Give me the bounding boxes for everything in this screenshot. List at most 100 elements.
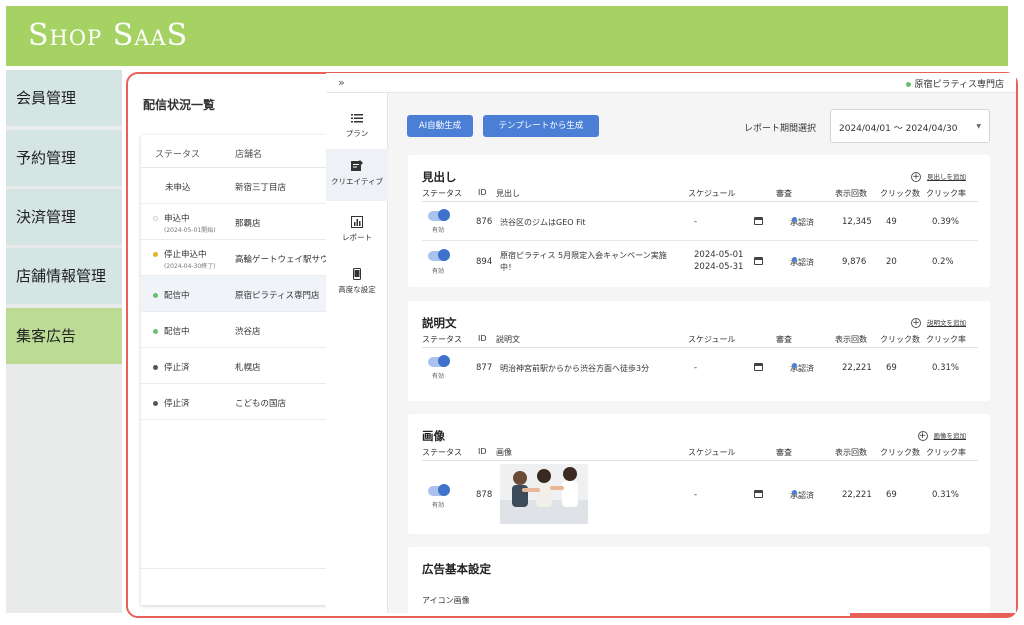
cell-ctr: 0.31% (932, 363, 960, 373)
ad-basic-settings-card: 広告基本設定 アイコン画像 (408, 547, 990, 613)
col-ctr: クリック率 (926, 448, 966, 457)
cell-clicks: 69 (886, 490, 897, 500)
ad-image-thumbnail[interactable] (500, 464, 588, 524)
current-shop-name: 原宿ピラティス専門店 (914, 80, 1004, 90)
cell-text: 明治神宮前駅からから渋谷方面へ徒歩3分 (500, 364, 650, 373)
current-shop-indicator: 原宿ピラティス専門店 (905, 77, 1004, 90)
creative-main: AI自動生成 テンプレートから生成 レポート期間選択 2024/04/01 〜 … (388, 93, 1016, 613)
cell-views: 22,221 (842, 363, 872, 373)
status-dot (153, 216, 158, 221)
cell-ctr: 0.31% (932, 490, 960, 500)
description-table-header: ステータス ID 説明文 スケジュール 審査 表示回数 クリック数 クリック率 (422, 334, 978, 348)
app-logo[interactable]: Shop SaaS (28, 18, 188, 53)
nav-item-advertising[interactable]: 集客広告 (6, 308, 122, 364)
col-text: 説明文 (496, 335, 520, 344)
col-views: 表示回数 (835, 189, 867, 198)
nav-item-payments[interactable]: 決済管理 (6, 189, 122, 245)
row-status: 配信中 (164, 291, 190, 301)
add-image-link[interactable]: + 画像を追加 (917, 430, 966, 441)
toggle-label: 有効 (432, 227, 445, 234)
basic-settings-title: 広告基本設定 (422, 562, 491, 576)
col-ctr: クリック率 (926, 189, 966, 198)
add-circle-icon: + (911, 172, 921, 182)
info-icon (792, 490, 797, 495)
status-toggle[interactable] (428, 355, 450, 367)
sidebar-item-report[interactable]: レポート (326, 205, 388, 257)
col-review: 審査 (776, 448, 792, 457)
expand-icon[interactable]: » (338, 76, 345, 89)
status-dot (153, 401, 158, 406)
headline-card: 見出し + 見出しを追加 ステータス ID 見出し スケジュール 審査 表示回数 … (408, 155, 990, 287)
table-row: 有効 877 明治神宮前駅からから渋谷方面へ徒歩3分 - 承認済 22,221 … (422, 349, 978, 389)
list-row[interactable]: 未申込 新宿三丁目店 (141, 168, 331, 204)
sidebar-item-plan[interactable]: プラン (326, 101, 388, 153)
cell-clicks: 20 (886, 257, 897, 267)
status-toggle[interactable] (428, 484, 450, 496)
col-id: ID (478, 334, 487, 343)
list-row[interactable]: 配信中 原宿ピラティス専門店 (141, 276, 331, 312)
template-generate-button[interactable]: テンプレートから生成 (483, 115, 599, 137)
sidebar-item-label: 高度な設定 (338, 285, 376, 294)
add-headline-label: 見出しを追加 (927, 173, 966, 181)
nav-item-reservations[interactable]: 予約管理 (6, 130, 122, 186)
col-views: 表示回数 (835, 335, 867, 344)
status-toggle[interactable] (428, 209, 450, 221)
list-row[interactable]: 停止済 こどもの国店 (141, 384, 331, 420)
cell-ctr: 0.39% (932, 217, 960, 227)
row-store: 原宿ピラティス専門店 (235, 291, 320, 301)
col-schedule: スケジュール (688, 335, 736, 344)
sidebar-item-label: プラン (345, 129, 369, 138)
row-status: 未申込 (165, 183, 191, 193)
cell-schedule-end: 2024-05-31 (694, 262, 744, 272)
chevron-down-icon: ▼ (976, 123, 981, 130)
edit-note-icon (351, 160, 363, 171)
period-select[interactable]: 2024/04/01 〜 2024/04/30 ▼ (830, 109, 990, 143)
sidebar-item-label: レポート (342, 233, 372, 242)
creative-panel: » 原宿ピラティス専門店 プラン クリエイティブ レポート 高度な設定 AI自動… (326, 73, 1016, 613)
calendar-icon[interactable] (754, 257, 763, 265)
calendar-icon[interactable] (754, 217, 763, 225)
col-clicks: クリック数 (880, 189, 920, 198)
list-row[interactable]: 停止済 札幌店 (141, 348, 331, 384)
add-description-link[interactable]: + 説明文を追加 (911, 317, 966, 328)
sidebar-item-label: クリエイティブ (331, 177, 383, 186)
add-headline-link[interactable]: + 見出しを追加 (911, 171, 966, 182)
sidebar-item-creative[interactable]: クリエイティブ (326, 149, 388, 201)
chart-icon (351, 216, 363, 228)
row-store: 札幌店 (235, 363, 261, 373)
cell-id: 876 (476, 217, 493, 227)
calendar-icon[interactable] (754, 363, 763, 371)
add-circle-icon: + (911, 318, 921, 328)
list-title: 配信状況一覧 (143, 98, 216, 112)
active-dot (905, 82, 911, 87)
col-ctr: クリック率 (926, 335, 966, 344)
row-store: 渋谷店 (235, 327, 261, 337)
col-image: 画像 (496, 448, 512, 457)
status-toggle[interactable] (428, 249, 450, 261)
cell-text: 原宿ピラティス 5月限定入会キャンペーン実施 (500, 251, 667, 260)
row-status: 申込中 (164, 214, 190, 224)
ai-generate-button[interactable]: AI自動生成 (407, 115, 473, 137)
cell-id: 878 (476, 490, 493, 500)
nav-item-members[interactable]: 会員管理 (6, 70, 122, 126)
calendar-icon[interactable] (754, 490, 763, 498)
row-status-sub: (2024-05-01開始) (164, 227, 216, 234)
cell-schedule-start: 2024-05-01 (694, 250, 744, 260)
nav-item-store-info[interactable]: 店舗情報管理 (6, 248, 122, 304)
col-views: 表示回数 (835, 448, 867, 457)
list-row[interactable]: 申込中 (2024-05-01開始) 那覇店 (141, 204, 331, 240)
image-card: 画像 + 画像を追加 ステータス ID 画像 スケジュール 審査 表示回数 クリッ… (408, 414, 990, 534)
list-row[interactable]: 停止申込中 (2024-04-30終了) 高輪ゲートウェイ駅サウ (141, 240, 331, 276)
icon-image-label: アイコン画像 (422, 596, 470, 605)
status-dot (153, 329, 158, 334)
period-value: 2024/04/01 〜 2024/04/30 (839, 124, 958, 134)
col-review: 審査 (776, 335, 792, 344)
sidebar-item-advanced[interactable]: 高度な設定 (326, 257, 388, 309)
col-clicks: クリック数 (880, 448, 920, 457)
cell-views: 9,876 (842, 257, 867, 267)
list-icon (351, 114, 363, 123)
row-status: 配信中 (164, 327, 190, 337)
list-row[interactable]: 配信中 渋谷店 (141, 312, 331, 348)
description-card: 説明文 + 説明文を追加 ステータス ID 説明文 スケジュール 審査 表示回数 … (408, 301, 990, 401)
status-dot (153, 365, 158, 370)
